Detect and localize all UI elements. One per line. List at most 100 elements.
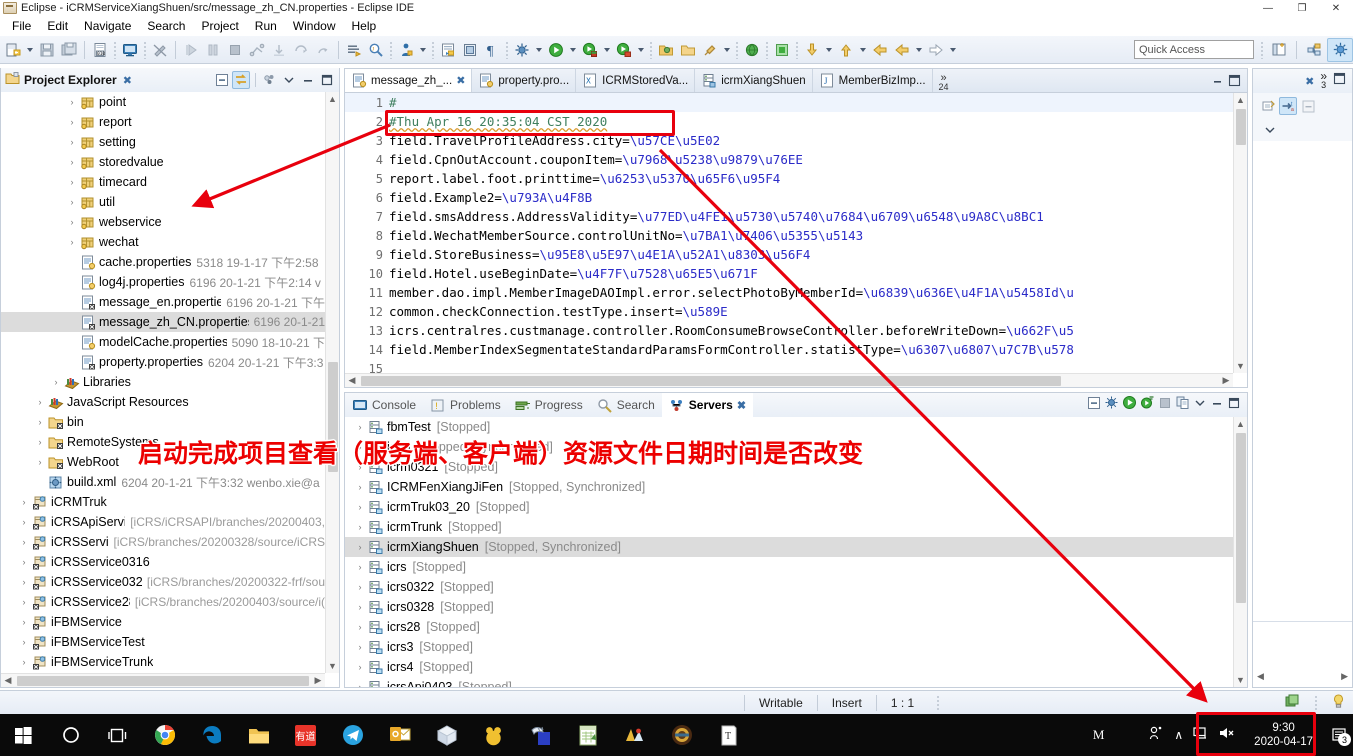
- servers-minimize-icon[interactable]: [1210, 396, 1224, 415]
- tray-chevron-up-icon[interactable]: ∧: [1174, 728, 1183, 742]
- chart-app-icon[interactable]: [611, 714, 658, 756]
- hscroll-thumb[interactable]: [17, 675, 309, 686]
- quick-access-input[interactable]: Quick Access: [1134, 40, 1254, 59]
- tree-twisty-icon[interactable]: ›: [33, 452, 47, 472]
- tree-item[interactable]: › bin: [1, 412, 325, 432]
- run-icon[interactable]: [545, 39, 567, 61]
- tree-twisty-icon[interactable]: ›: [17, 632, 31, 652]
- upload-icon[interactable]: [835, 39, 857, 61]
- tree-item[interactable]: › iCRSService [iCRS/branches/20200328/sour…: [1, 532, 325, 552]
- forward-dropdown-arrow[interactable]: [947, 39, 959, 61]
- tree-twisty-icon[interactable]: ›: [17, 572, 31, 592]
- back-dropdown-arrow[interactable]: [913, 39, 925, 61]
- editor-scroll-down-icon[interactable]: ▼: [1234, 359, 1247, 373]
- tree-item[interactable]: › iFBMServiceTest: [1, 632, 325, 652]
- server-twisty-icon[interactable]: ›: [353, 597, 367, 617]
- perspective-java-ee-icon[interactable]: [1301, 38, 1327, 62]
- bottom-tab[interactable]: Progress: [508, 393, 590, 417]
- scroll-up-arrow-icon[interactable]: ▲: [326, 92, 339, 106]
- bottom-tab-close-icon[interactable]: ✖: [737, 399, 746, 412]
- server-twisty-icon[interactable]: ›: [353, 577, 367, 597]
- servers-debug-icon[interactable]: [1104, 395, 1119, 415]
- tree-twisty-icon[interactable]: ›: [17, 652, 31, 672]
- editor-tab-close-icon[interactable]: ✖: [456, 74, 465, 87]
- tree-item[interactable]: › Libraries: [1, 372, 325, 392]
- back-icon[interactable]: [869, 39, 891, 61]
- editor-scroll-up-icon[interactable]: ▲: [1234, 93, 1247, 107]
- menu-project[interactable]: Project: [193, 17, 246, 35]
- bottom-tab[interactable]: ! Problems: [423, 393, 508, 417]
- editor-tab[interactable]: J MemberBizImp...: [813, 69, 933, 92]
- menu-run[interactable]: Run: [247, 17, 285, 35]
- tree-twisty-icon[interactable]: ›: [49, 372, 63, 392]
- server-row[interactable]: › icrmXiangShuen [Stopped, Synchronized]: [345, 537, 1233, 557]
- new-dropdown-arrow[interactable]: [24, 39, 36, 61]
- tree-item[interactable]: property.properties 6204 20-1-21 下午3:3: [1, 352, 325, 372]
- right-view-menu-icon[interactable]: [1261, 121, 1279, 139]
- tree-item[interactable]: › storedvalue: [1, 152, 325, 172]
- close-button[interactable]: ✕: [1319, 0, 1353, 16]
- tree-item[interactable]: › iCRSService0322 [iCRS/branches/20200322-…: [1, 572, 325, 592]
- project-tree-hscrollbar[interactable]: ◀ ▶: [1, 673, 325, 687]
- server-twisty-icon[interactable]: ›: [353, 557, 367, 577]
- download-icon[interactable]: [801, 39, 823, 61]
- chrome-icon[interactable]: [141, 714, 188, 756]
- save-icon[interactable]: [36, 39, 58, 61]
- toggle-block-selection-icon[interactable]: [459, 39, 481, 61]
- new-icon[interactable]: [2, 39, 24, 61]
- editor-text[interactable]: 1 #2 #Thu Apr 16 20:35:04 CST 2020 3 field.T…: [345, 93, 1233, 373]
- right-bottom-right-icon[interactable]: ▶: [1341, 671, 1348, 682]
- tree-twisty-icon[interactable]: ›: [65, 132, 79, 152]
- tree-item[interactable]: › iCRSApiService [iCRS/iCRSAPI/branches/20…: [1, 512, 325, 532]
- open-type-icon[interactable]: [395, 39, 417, 61]
- pin-icon[interactable]: [699, 39, 721, 61]
- bottom-tab[interactable]: Servers ✖: [661, 393, 754, 417]
- tree-twisty-icon[interactable]: ›: [65, 232, 79, 252]
- minimize-button[interactable]: —: [1251, 0, 1285, 16]
- tree-item[interactable]: message_zh_CN.properties 6196 20-1-21: [1, 312, 325, 332]
- tree-twisty-icon[interactable]: ›: [17, 552, 31, 572]
- tray-people-icon[interactable]: [1148, 725, 1164, 746]
- right-bottom-left-icon[interactable]: ◀: [1257, 671, 1264, 682]
- tree-twisty-icon[interactable]: ›: [65, 92, 79, 112]
- tree-item[interactable]: message_en.properties 6196 20-1-21 下午: [1, 292, 325, 312]
- upload-dropdown-arrow[interactable]: [857, 39, 869, 61]
- tree-item[interactable]: › iCRMTruk: [1, 492, 325, 512]
- open-perspective-icon[interactable]: [1266, 38, 1292, 62]
- maximize-view-icon[interactable]: [318, 71, 336, 89]
- tree-item[interactable]: › webservice: [1, 212, 325, 232]
- tree-twisty-icon[interactable]: ›: [17, 512, 31, 532]
- tree-item[interactable]: › iFBMService: [1, 612, 325, 632]
- editor-hscroll-right-icon[interactable]: ▶: [1219, 375, 1233, 386]
- server-row[interactable]: › ICRMFenXiangJiFen [Stopped, Synchronized…: [345, 477, 1233, 497]
- editor-tab[interactable]: property.pro...: [472, 69, 577, 92]
- back-history-icon[interactable]: [891, 39, 913, 61]
- server-twisty-icon[interactable]: ›: [353, 477, 367, 497]
- editor-scroll-thumb[interactable]: [1236, 109, 1246, 145]
- debug-dropdown-arrow[interactable]: [533, 39, 545, 61]
- server-row[interactable]: › icrs4 [Stopped]: [345, 657, 1233, 677]
- minimize-view-icon[interactable]: [299, 71, 317, 89]
- tree-twisty-icon[interactable]: ›: [65, 112, 79, 132]
- taskbar-clock[interactable]: 9:30 2020-04-17: [1246, 721, 1321, 749]
- link-with-editor-icon[interactable]: [232, 71, 250, 89]
- run-server-dropdown-arrow[interactable]: [601, 39, 613, 61]
- hscroll-right-arrow-icon[interactable]: ▶: [311, 675, 325, 686]
- tree-item[interactable]: › iFBMServiceTrunk: [1, 652, 325, 672]
- tree-item[interactable]: log4j.properties 6196 20-1-21 下午2:14 v: [1, 272, 325, 292]
- tray-m-icon[interactable]: M: [1093, 727, 1105, 743]
- tree-item[interactable]: cache.properties 5318 19-1-17 下午2:58: [1, 252, 325, 272]
- status-copy-icon[interactable]: [1285, 694, 1300, 711]
- server-twisty-icon[interactable]: ›: [353, 677, 367, 687]
- tray-network-icon[interactable]: [1193, 726, 1209, 745]
- text-app-icon[interactable]: T: [705, 714, 752, 756]
- outlook-icon[interactable]: [376, 714, 423, 756]
- menu-edit[interactable]: Edit: [39, 17, 76, 35]
- run-profile-dropdown-arrow[interactable]: [635, 39, 647, 61]
- package-app-icon[interactable]: [423, 714, 470, 756]
- menu-file[interactable]: File: [4, 17, 39, 35]
- start-button[interactable]: [0, 714, 47, 756]
- tree-twisty-icon[interactable]: ›: [33, 412, 47, 432]
- file-explorer-icon[interactable]: [235, 714, 282, 756]
- servers-scroll-down-icon[interactable]: ▼: [1234, 673, 1247, 687]
